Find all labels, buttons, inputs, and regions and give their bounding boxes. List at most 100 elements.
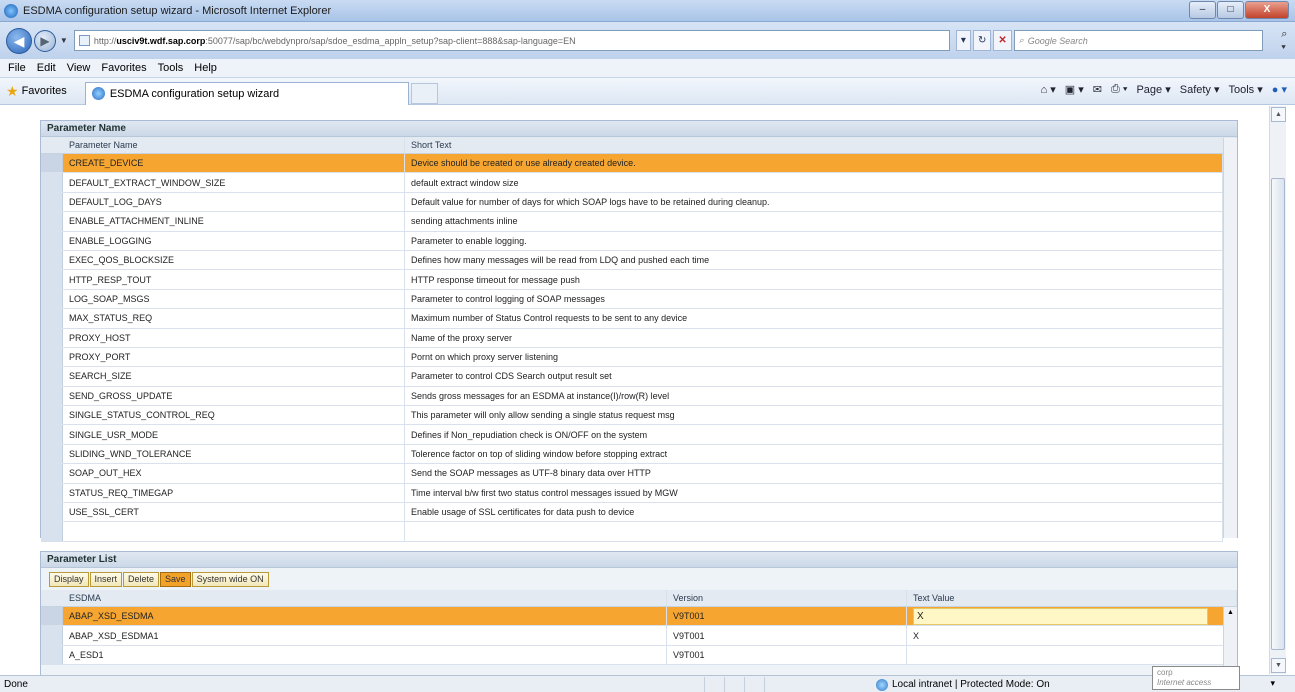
- row-selector[interactable]: [41, 444, 63, 464]
- display-button[interactable]: Display: [49, 571, 89, 587]
- table-row[interactable]: SEARCH_SIZE Parameter to control CDS Sear…: [41, 367, 1223, 387]
- row-selector[interactable]: [41, 386, 63, 406]
- history-dropdown-icon[interactable]: ▼: [60, 36, 68, 45]
- table-row[interactable]: ABAP_XSD_ESDMA1 V9T001 X: [41, 626, 1237, 646]
- table-row[interactable]: CREATE_DEVICE Device should be created or…: [41, 154, 1223, 174]
- menu-help[interactable]: Help: [194, 62, 217, 74]
- menu-favorites[interactable]: Favorites: [101, 62, 146, 74]
- row-selector[interactable]: [41, 270, 63, 289]
- save-button[interactable]: Save: [160, 571, 191, 587]
- column-short-text[interactable]: Short Text: [405, 137, 1237, 153]
- parameter-name-cell: PROXY_HOST: [63, 328, 405, 347]
- status-text: Done: [4, 678, 28, 690]
- safety-menu[interactable]: Safety ▾: [1180, 83, 1220, 96]
- row-selector[interactable]: [41, 406, 63, 425]
- table-row[interactable]: USE_SSL_CERT Enable usage of SSL certific…: [41, 503, 1223, 523]
- menu-file[interactable]: File: [8, 62, 26, 74]
- column-esdma[interactable]: ESDMA: [63, 590, 667, 606]
- table-row[interactable]: PROXY_HOST Name of the proxy server: [41, 328, 1223, 348]
- row-selector[interactable]: [41, 212, 63, 231]
- row-selector[interactable]: [41, 328, 63, 347]
- column-parameter-name[interactable]: Parameter Name: [63, 137, 405, 153]
- menu-view[interactable]: View: [67, 62, 91, 74]
- table-row[interactable]: PROXY_PORT Pornt on which proxy server li…: [41, 347, 1223, 368]
- table-row[interactable]: SEND_GROSS_UPDATE Sends gross messages fo…: [41, 386, 1223, 407]
- row-selector[interactable]: [41, 231, 63, 250]
- close-button[interactable]: X: [1245, 1, 1289, 19]
- mail-icon[interactable]: ✉: [1093, 83, 1102, 96]
- short-text-cell: sending attachments inline: [405, 212, 1223, 231]
- row-selector[interactable]: [41, 289, 63, 309]
- feeds-icon[interactable]: ▣ ▾: [1065, 83, 1084, 96]
- parameter-name-cell: SEND_GROSS_UPDATE: [63, 386, 405, 406]
- row-selector[interactable]: [41, 626, 63, 645]
- row-selector[interactable]: [41, 483, 63, 503]
- favorites-star-icon[interactable]: ★: [6, 83, 19, 100]
- new-tab-button[interactable]: [410, 82, 438, 104]
- table-row[interactable]: ENABLE_LOGGING Parameter to enable loggin…: [41, 231, 1223, 251]
- table-row[interactable]: HTTP_RESP_TOUT HTTP response timeout for …: [41, 270, 1223, 290]
- delete-button[interactable]: Delete: [123, 571, 160, 587]
- help-icon[interactable]: ● ▾: [1272, 83, 1287, 96]
- security-zone[interactable]: Local intranet | Protected Mode: On: [876, 676, 1050, 692]
- row-selector[interactable]: [41, 347, 63, 367]
- refresh-icon[interactable]: ↻: [972, 30, 992, 51]
- text-value-input[interactable]: X: [913, 607, 1208, 625]
- table-row[interactable]: EXEC_QOS_BLOCKSIZE Defines how many messa…: [41, 250, 1223, 271]
- table-row[interactable]: LOG_SOAP_MSGS Parameter to control loggin…: [41, 289, 1223, 310]
- row-selector[interactable]: [41, 192, 63, 212]
- favorites-button[interactable]: Favorites: [22, 85, 67, 97]
- row-selector[interactable]: [41, 522, 63, 541]
- minimize-button[interactable]: –: [1189, 1, 1216, 19]
- stop-icon[interactable]: ✕: [993, 30, 1012, 51]
- table-row[interactable]: STATUS_REQ_TIMEGAP Time interval b/w firs…: [41, 483, 1223, 504]
- scroll-up-icon[interactable]: ▲: [1271, 107, 1286, 122]
- row-selector[interactable]: [41, 425, 63, 444]
- column-text-value[interactable]: Text Value: [907, 590, 1237, 606]
- table-row[interactable]: SINGLE_USR_MODE Defines if Non_repudiatio…: [41, 425, 1223, 445]
- row-selector[interactable]: [41, 503, 63, 522]
- zoom-dropdown-icon[interactable]: ▾: [1270, 678, 1275, 689]
- tools-menu[interactable]: Tools ▾: [1229, 83, 1263, 96]
- table-row[interactable]: ENABLE_ATTACHMENT_INLINE sending attachme…: [41, 212, 1223, 232]
- search-button[interactable]: ⌕ ▾: [1281, 28, 1295, 54]
- table-row[interactable]: SOAP_OUT_HEX Send the SOAP messages as UT…: [41, 464, 1223, 484]
- address-dropdown-icon[interactable]: ▾: [955, 30, 971, 51]
- table-row[interactable]: SLIDING_WND_TOLERANCE Tolerence factor on…: [41, 444, 1223, 465]
- menu-edit[interactable]: Edit: [37, 62, 56, 74]
- page-menu[interactable]: Page ▾: [1136, 83, 1170, 96]
- row-selector[interactable]: [41, 250, 63, 270]
- menu-tools[interactable]: Tools: [158, 62, 184, 74]
- column-version[interactable]: Version: [667, 590, 907, 606]
- table-row[interactable]: DEFAULT_LOG_DAYS Default value for number…: [41, 192, 1223, 213]
- tab-esdma-wizard[interactable]: ESDMA configuration setup wizard: [84, 81, 409, 105]
- table-row[interactable]: MAX_STATUS_REQ Maximum number of Status C…: [41, 309, 1223, 329]
- row-selector[interactable]: [41, 645, 63, 665]
- insert-button[interactable]: Insert: [89, 571, 123, 587]
- table-row[interactable]: ABAP_XSD_ESDMA V9T001 X: [41, 607, 1237, 627]
- row-selector[interactable]: [41, 464, 63, 483]
- row-selector[interactable]: [41, 367, 63, 386]
- home-icon[interactable]: ⌂ ▾: [1041, 83, 1056, 96]
- table-row[interactable]: A_ESD1 V9T001: [41, 645, 1237, 666]
- grid-scrollbar[interactable]: [1223, 138, 1237, 538]
- short-text-cell: Defines how many messages will be read f…: [405, 250, 1223, 270]
- print-icon[interactable]: ⎙ ▾: [1111, 83, 1127, 96]
- row-selector[interactable]: [41, 607, 63, 626]
- page-scrollbar[interactable]: ▲ ▼: [1269, 106, 1286, 674]
- maximize-button[interactable]: □: [1217, 1, 1244, 19]
- scroll-thumb[interactable]: [1271, 178, 1285, 650]
- address-input[interactable]: http://usciv9t.wdf.sap.corp:50077/sap/bc…: [73, 30, 950, 51]
- back-button[interactable]: ◀: [6, 27, 32, 54]
- forward-button[interactable]: ▶: [33, 29, 56, 52]
- scroll-down-icon[interactable]: ▼: [1271, 658, 1286, 673]
- row-selector[interactable]: [41, 309, 63, 328]
- row-selector[interactable]: [41, 154, 63, 173]
- table-row[interactable]: SINGLE_STATUS_CONTROL_REQ This parameter …: [41, 406, 1223, 426]
- system-wide-on-button[interactable]: System wide ON: [191, 571, 269, 587]
- search-input[interactable]: ⌕ Google Search: [1013, 30, 1264, 51]
- table-row[interactable]: [41, 522, 1223, 542]
- table-row[interactable]: DEFAULT_EXTRACT_WINDOW_SIZE default extra…: [41, 173, 1223, 193]
- row-selector[interactable]: [41, 173, 63, 192]
- short-text-cell: Parameter to enable logging.: [405, 231, 1223, 250]
